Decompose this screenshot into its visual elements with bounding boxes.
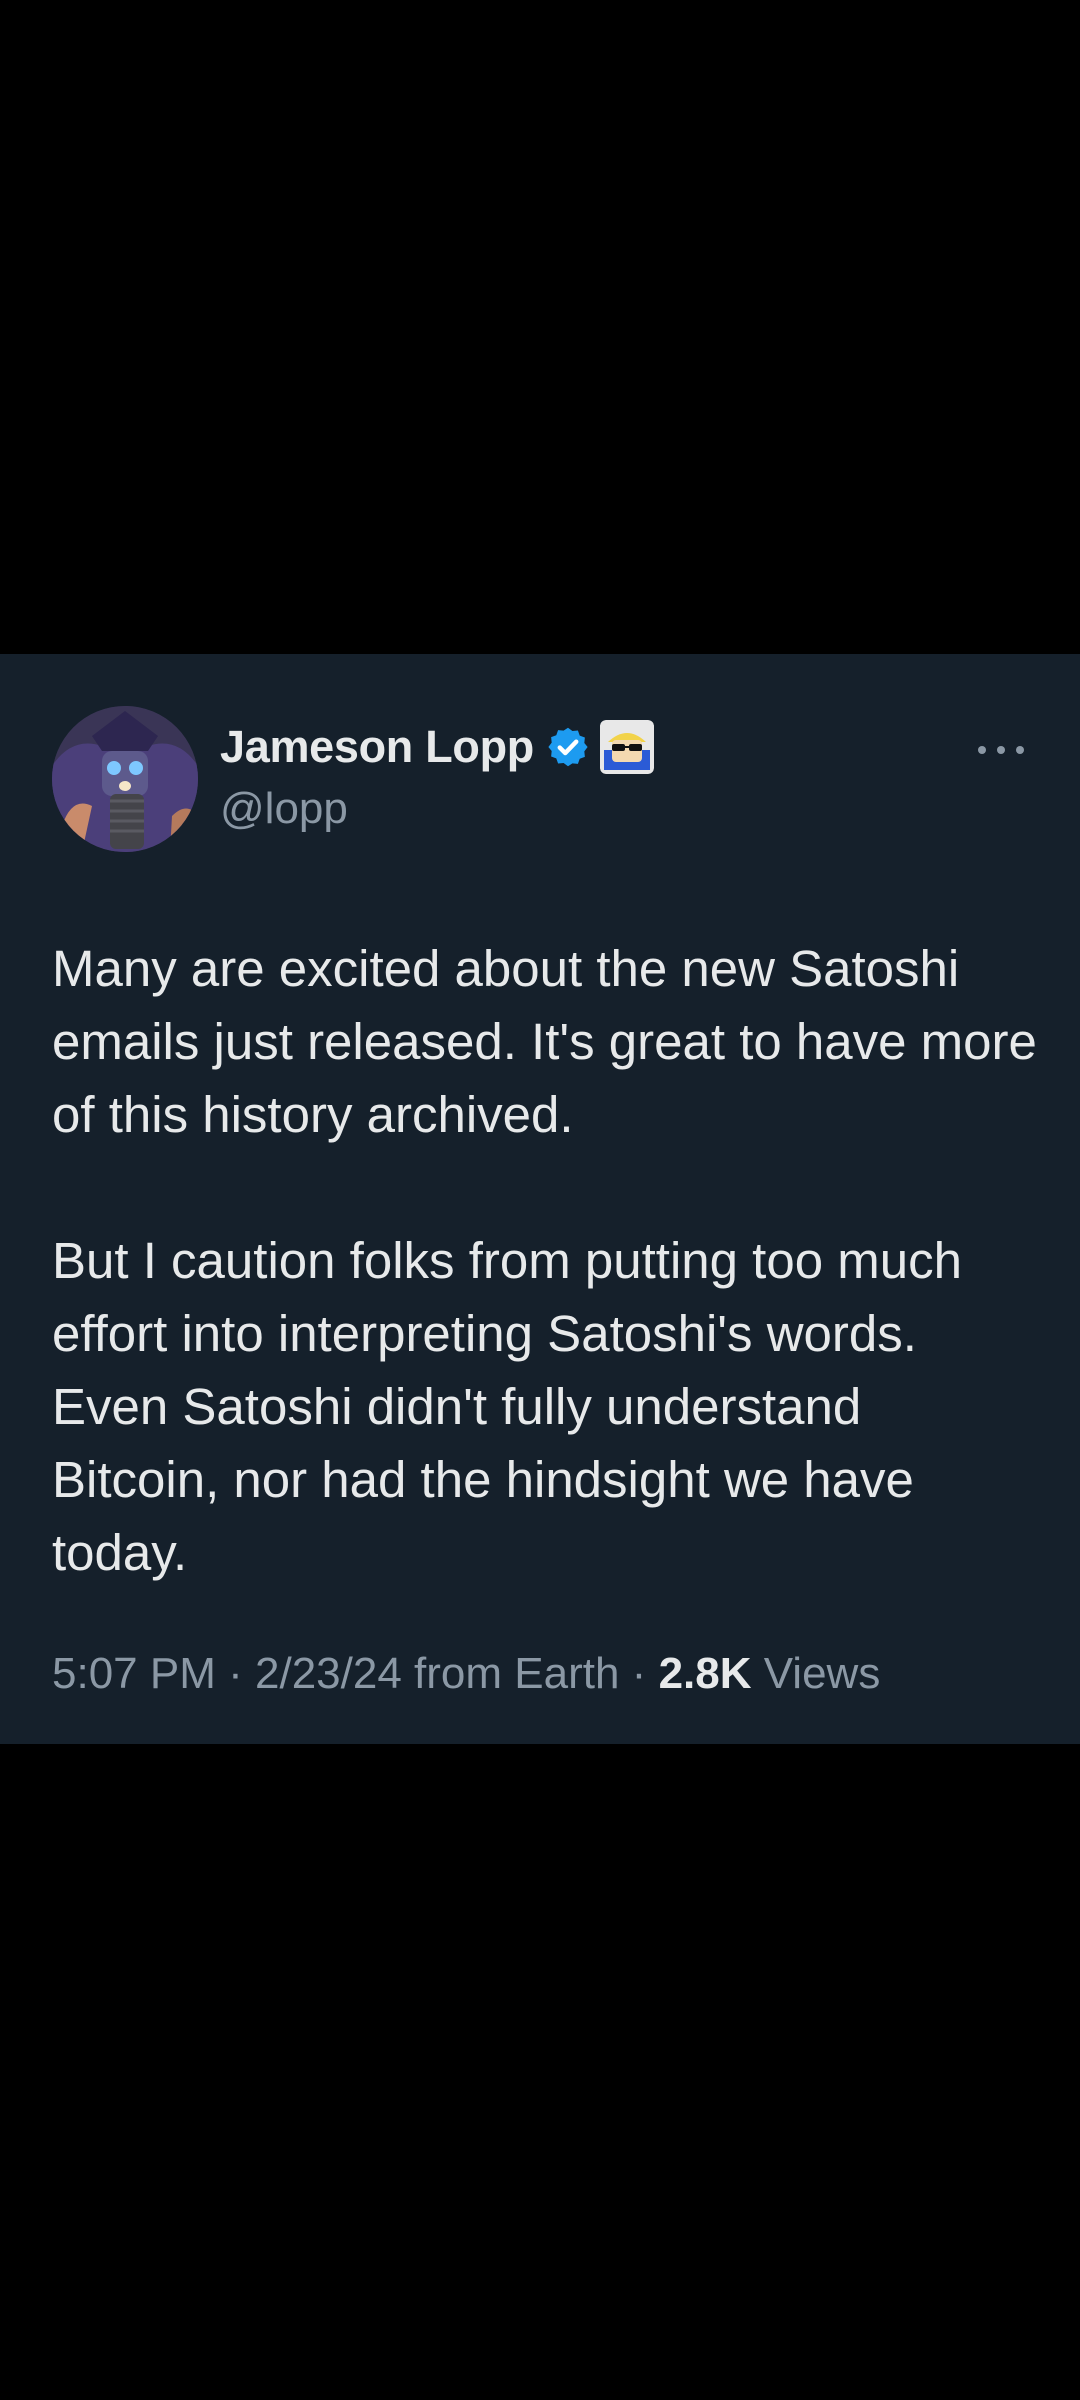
more-dot [997, 746, 1005, 754]
screen: Jameson Lopp @lopp Many are excited abou… [0, 0, 1080, 2400]
views-label: Views [763, 1649, 881, 1698]
meta-separator: · [631, 1649, 647, 1698]
tweet-date[interactable]: 2/23/24 [255, 1649, 402, 1698]
more-dot [978, 746, 986, 754]
more-options-icon[interactable] [978, 740, 1024, 760]
meta-separator: · [228, 1649, 243, 1698]
name-row: Jameson Lopp [220, 714, 654, 780]
verified-check-icon[interactable] [546, 725, 590, 769]
tweet-time[interactable]: 5:07 PM [52, 1649, 216, 1698]
views-count[interactable]: 2.8K [659, 1649, 752, 1698]
wizard-avatar-icon[interactable] [52, 706, 198, 852]
sunglasses-emoji-badge-icon[interactable] [599, 720, 654, 774]
author-handle[interactable]: @lopp [220, 784, 654, 834]
tweet-card[interactable]: Jameson Lopp @lopp Many are excited abou… [0, 654, 1080, 1744]
more-dot [1016, 746, 1024, 754]
tweet-source: from Earth [414, 1649, 620, 1698]
author-block[interactable]: Jameson Lopp @lopp [220, 714, 654, 834]
tweet-meta: 5:07 PM · 2/23/24 from Earth · 2.8K View… [52, 1649, 880, 1699]
display-name[interactable]: Jameson Lopp [220, 721, 534, 773]
tweet-paragraph: But I caution folks from putting too muc… [52, 1232, 962, 1581]
tweet-text: Many are excited about the new Satoshi e… [52, 932, 1042, 1589]
tweet-paragraph: Many are excited about the new Satoshi e… [52, 940, 1037, 1143]
